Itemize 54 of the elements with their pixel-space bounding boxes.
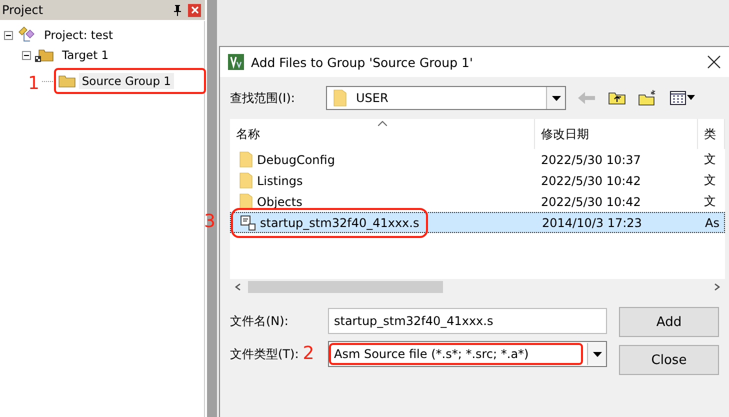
modified-date: 2022/5/30 10:42	[540, 174, 642, 188]
add-button[interactable]: Add	[619, 307, 719, 337]
folder-icon	[239, 172, 253, 189]
modified-date: 2022/5/30 10:37	[540, 152, 642, 166]
file-name: startup_stm32f40_41xxx.s	[260, 216, 420, 230]
file-name-field[interactable]: startup_stm32f40_41xxx.s	[328, 308, 607, 334]
modified-date: 2014/10/3 17:23	[541, 216, 643, 230]
scroll-left-icon[interactable]	[234, 283, 242, 291]
new-folder-icon[interactable]	[638, 90, 658, 106]
file-row[interactable]: Objects 2022/5/30 10:42 文	[230, 191, 725, 212]
panel-splitter[interactable]	[205, 0, 217, 417]
target-folder-icon	[34, 47, 56, 63]
scroll-right-icon[interactable]	[713, 283, 721, 291]
file-icon	[240, 214, 256, 230]
folder-icon	[239, 151, 253, 168]
look-in-label: 查找范围(I):	[230, 90, 296, 106]
column-header[interactable]: 修改日期	[535, 119, 698, 149]
file-row[interactable]: DebugConfig 2022/5/30 10:37 文	[230, 149, 725, 170]
file-row[interactable]: Listings 2022/5/30 10:42 文	[230, 170, 725, 191]
tree-item[interactable]: Project: test	[41, 27, 116, 43]
column-header[interactable]: 类	[698, 119, 725, 149]
collapse-toggle[interactable]	[4, 30, 13, 40]
column-header[interactable]: 名称	[230, 119, 535, 149]
view-menu-icon[interactable]	[670, 91, 696, 105]
panel-title: Project	[2, 3, 44, 17]
file-type: As	[704, 216, 720, 230]
collapse-toggle[interactable]	[22, 50, 31, 60]
file-type-dropdown[interactable]: Asm Source file (*.s*; *.src; *.a*)	[328, 341, 607, 367]
look-in-dropdown[interactable]: USER	[326, 86, 566, 110]
dropdown-caret-icon	[592, 352, 602, 356]
file-name-label: 文件名(N):	[230, 312, 288, 330]
close-button[interactable]	[188, 4, 201, 16]
annotation-number: 2	[302, 345, 314, 363]
file-name: DebugConfig	[257, 152, 335, 166]
tree-item[interactable]: Source Group 1	[78, 73, 174, 89]
tree-item[interactable]: Target 1	[59, 47, 112, 63]
close-button[interactable]: Close	[619, 345, 719, 375]
file-type: 文	[703, 151, 717, 168]
annotation-number: 1	[28, 75, 40, 93]
file-name: Listings	[257, 174, 303, 188]
app-icon	[228, 54, 244, 70]
file-type: 文	[703, 193, 717, 210]
close-icon[interactable]	[707, 55, 721, 69]
dialog-title: Add Files to Group 'Source Group 1'	[251, 54, 474, 70]
dropdown-caret-icon	[552, 96, 560, 100]
modified-date: 2022/5/30 10:42	[540, 194, 642, 208]
folder-icon	[58, 74, 76, 88]
file-name: Objects	[257, 194, 302, 208]
folder-icon	[333, 89, 347, 107]
pin-icon[interactable]	[173, 4, 182, 16]
folder-icon	[239, 193, 253, 210]
file-type-label: 文件类型(T):	[230, 346, 299, 362]
up-folder-icon[interactable]	[608, 91, 626, 105]
file-type: 文	[703, 172, 717, 189]
